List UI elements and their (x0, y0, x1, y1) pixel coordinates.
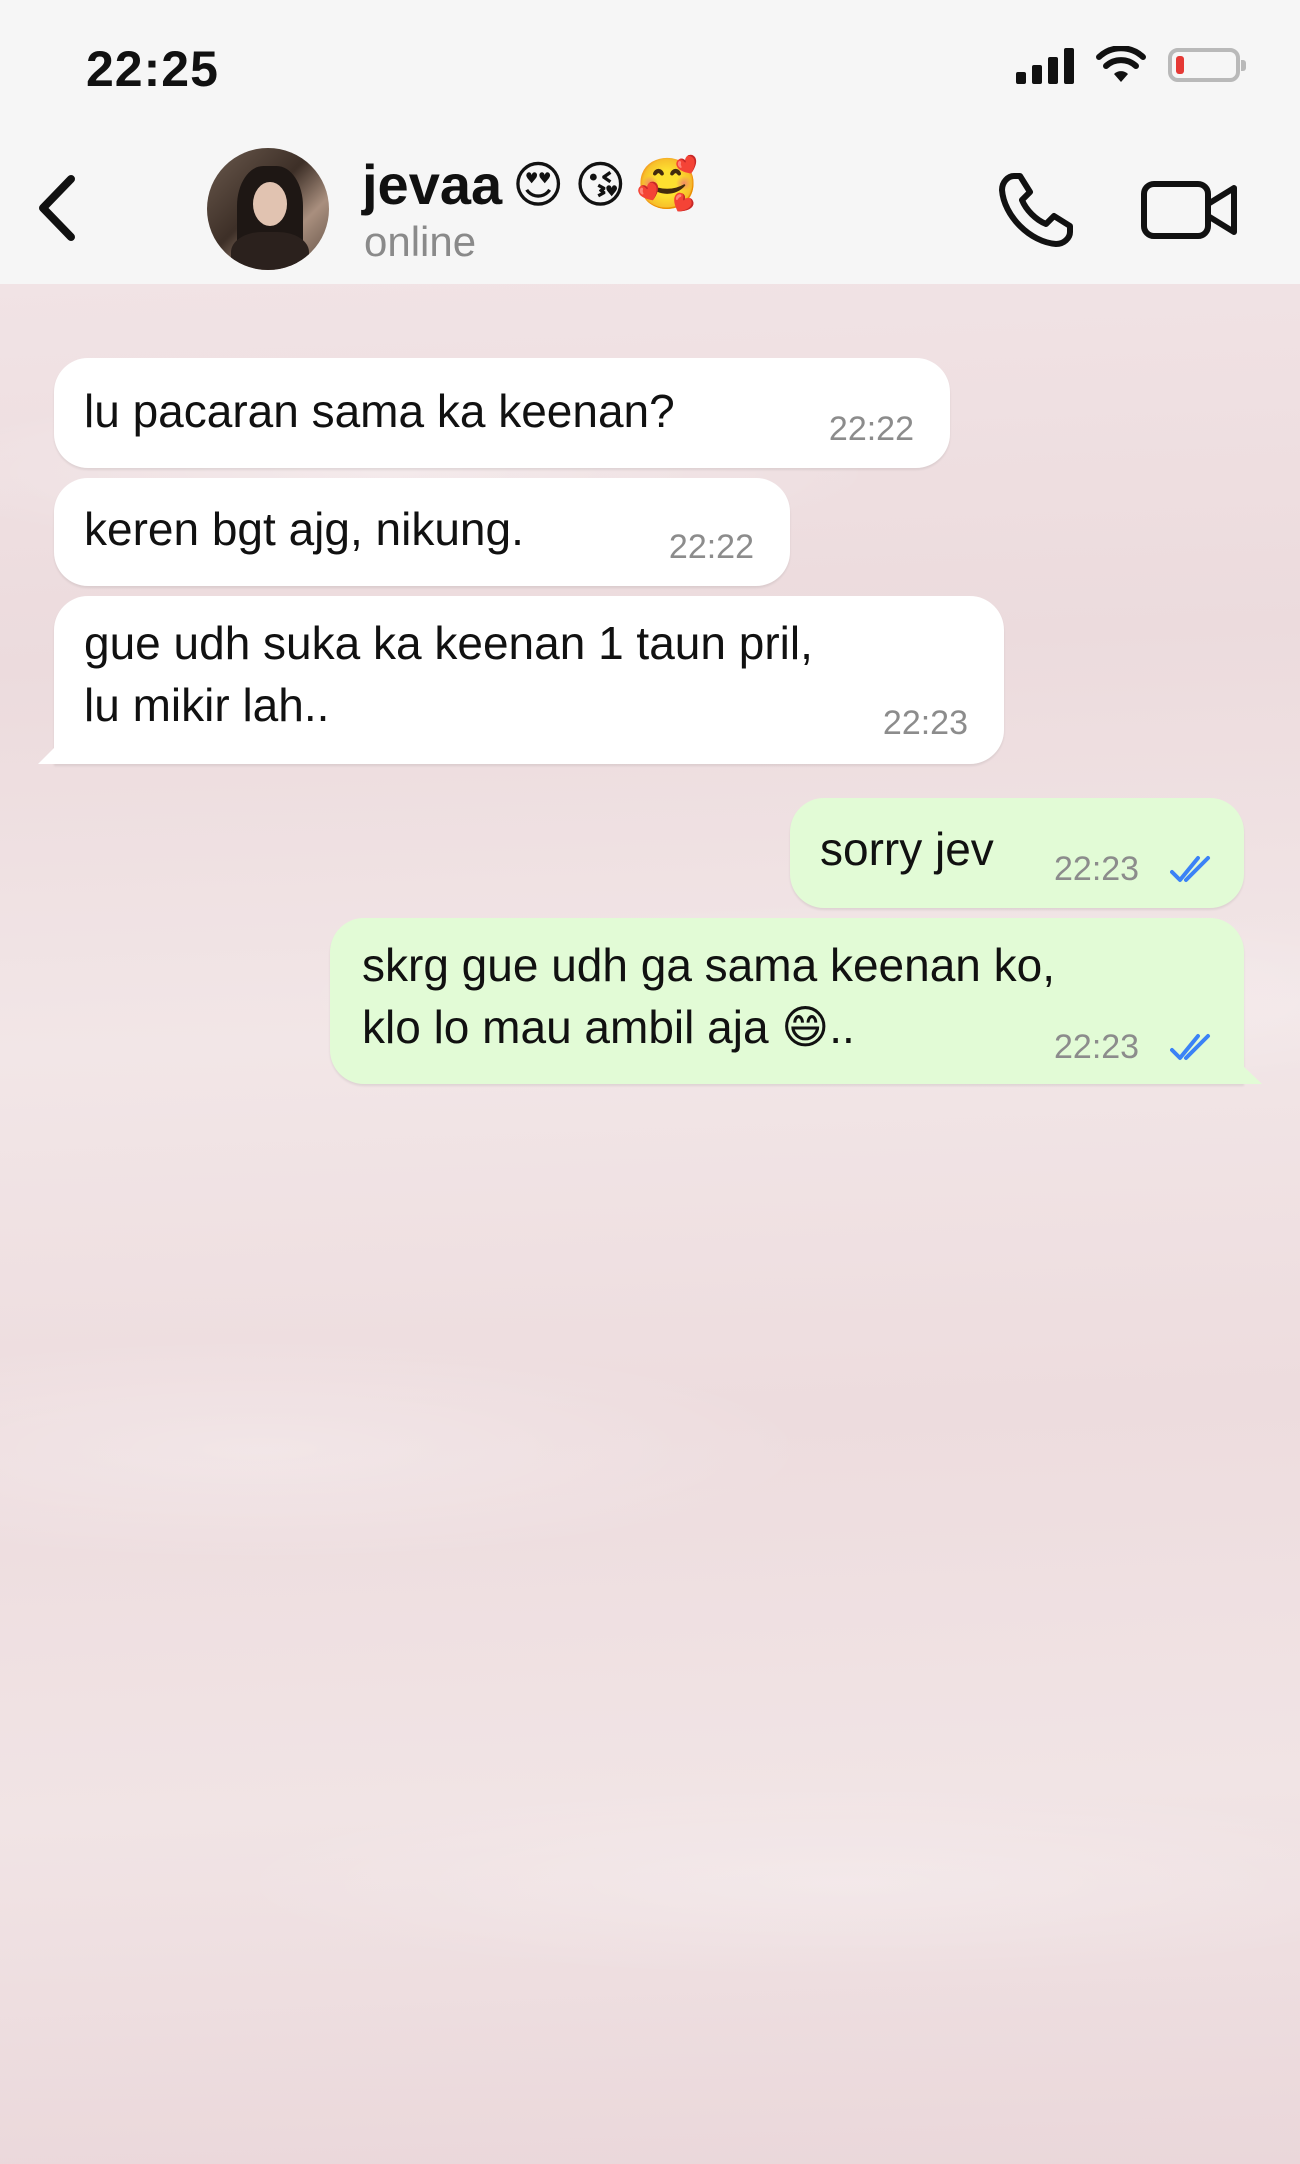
battery-level (1176, 56, 1184, 74)
name-emoji-smiling-hearts: 🥰 (636, 155, 699, 213)
battery-icon (1168, 48, 1246, 82)
back-chevron-icon (39, 175, 75, 241)
chat-header: 22:25 jevaa 😍 😘 🥰 online (0, 0, 1300, 284)
message-text: gue udh suka ka keenan 1 taun pril, lu m… (84, 617, 813, 731)
wifi-icon (1096, 46, 1146, 82)
message-bubble-incoming[interactable]: lu pacaran sama ka keenan? 22:22 (54, 358, 950, 468)
contact-status: online (364, 218, 477, 265)
message-time: 22:23 (1054, 1028, 1140, 1066)
message-time: 22:22 (668, 528, 754, 566)
video-camera-icon (1141, 181, 1237, 239)
voice-call-button[interactable] (996, 170, 1076, 250)
phone-icon (999, 173, 1073, 247)
message-text: sorry jev (820, 823, 994, 875)
contact-name-text: jevaa (362, 153, 503, 216)
read-receipt-icon (1170, 856, 1210, 882)
contact-avatar[interactable] (207, 148, 329, 270)
status-time: 22:25 (86, 41, 219, 97)
message-time: 22:23 (1054, 850, 1140, 888)
cellular-signal-icon (1016, 46, 1074, 84)
message-bubble-outgoing[interactable]: sorry jev 22:23 (790, 798, 1244, 908)
video-call-button[interactable] (1140, 172, 1240, 248)
name-emoji-heart-eyes: 😍 (512, 155, 565, 214)
message-text: skrg gue udh ga sama keenan ko, klo lo m… (362, 939, 1056, 1053)
bubble-tail (38, 724, 78, 764)
message-bubble-incoming[interactable]: keren bgt ajg, nikung. 22:22 (54, 478, 790, 586)
message-text: lu pacaran sama ka keenan? (84, 385, 675, 437)
name-emoji-kiss: 😘 (574, 155, 627, 214)
bubble-tail (1220, 1044, 1262, 1084)
back-button[interactable] (22, 168, 92, 248)
status-icons (1016, 46, 1246, 84)
message-text: keren bgt ajg, nikung. (84, 503, 524, 555)
chat-area[interactable]: lu pacaran sama ka keenan? 22:22 keren b… (0, 284, 1300, 2164)
message-time: 22:23 (882, 704, 968, 742)
message-bubble-incoming[interactable]: gue udh suka ka keenan 1 taun pril, lu m… (38, 596, 1004, 764)
message-bubble-outgoing[interactable]: skrg gue udh ga sama keenan ko, klo lo m… (330, 918, 1262, 1084)
message-time: 22:22 (828, 410, 914, 448)
read-receipt-icon (1170, 1034, 1210, 1060)
contact-name[interactable]: jevaa 😍 😘 🥰 (362, 152, 699, 217)
